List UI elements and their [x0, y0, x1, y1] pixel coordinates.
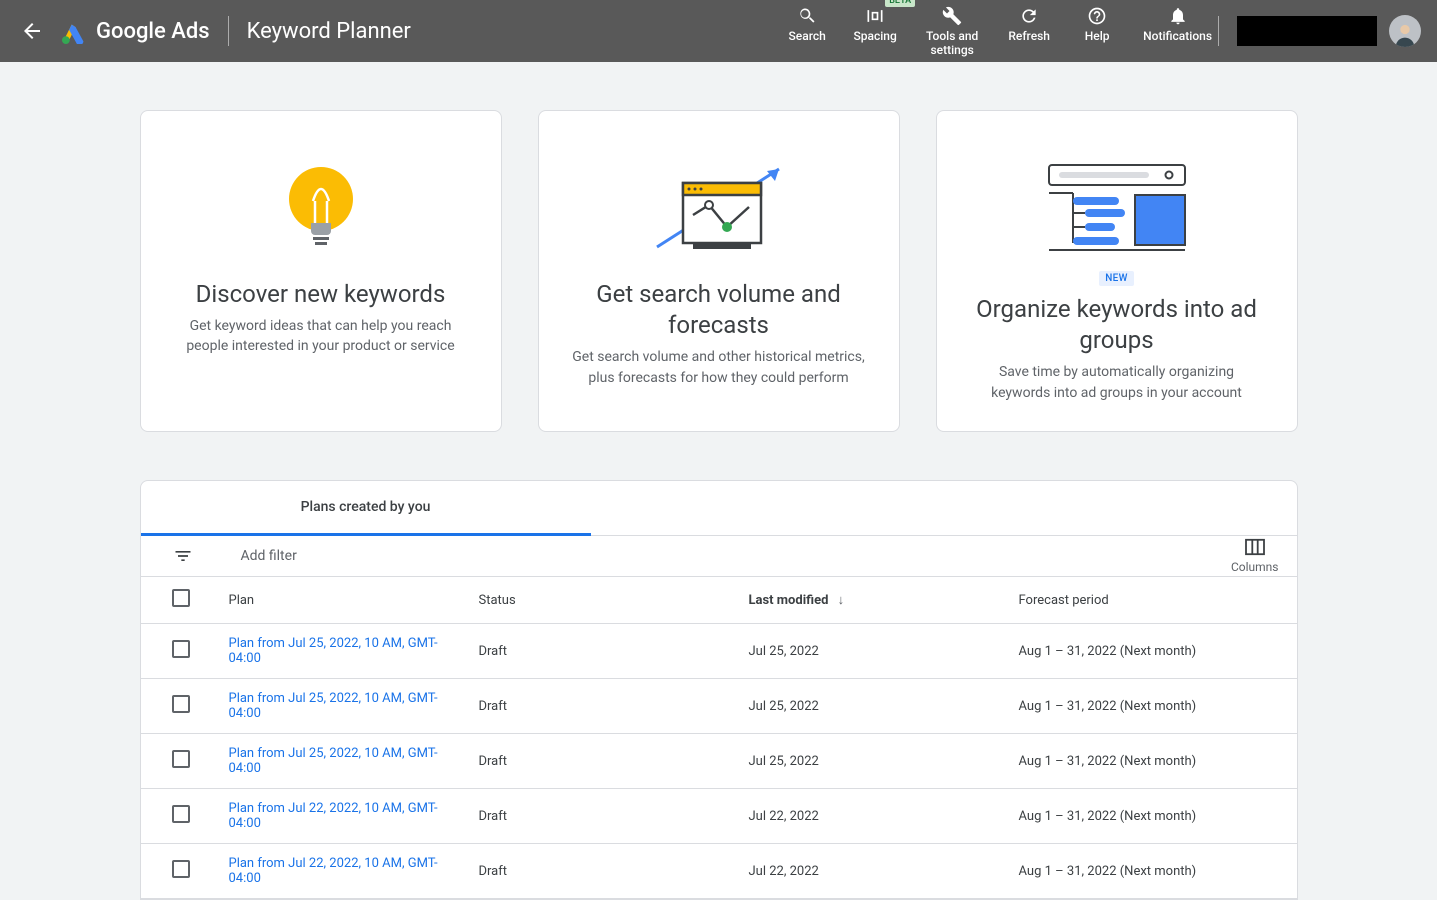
columns-icon: [1244, 538, 1266, 556]
brand-logo[interactable]: Google Ads: [60, 18, 210, 44]
chart-arrow-icon: [649, 151, 789, 271]
account-section: [1218, 15, 1421, 47]
organize-card[interactable]: NEW Organize keywords into ad groups Sav…: [936, 110, 1298, 432]
refresh-icon: [1019, 6, 1039, 26]
tools-settings-button[interactable]: Tools and settings: [921, 5, 983, 58]
plan-modified: Jul 22, 2022: [741, 789, 1011, 844]
spacing-icon: [865, 6, 885, 26]
row-checkbox[interactable]: [172, 695, 190, 713]
plan-forecast: Aug 1 – 31, 2022 (Next month): [1011, 624, 1297, 679]
plan-status: Draft: [471, 679, 741, 734]
plans-tabs: Plans created by you: [141, 481, 1297, 536]
refresh-label: Refresh: [1008, 29, 1050, 43]
account-divider: [1218, 16, 1219, 46]
column-header-forecast[interactable]: Forecast period: [1011, 577, 1297, 624]
plan-modified: Jul 25, 2022: [741, 624, 1011, 679]
account-info[interactable]: [1237, 16, 1377, 46]
spacing-button[interactable]: BETA Spacing: [853, 5, 897, 43]
new-badge: NEW: [1099, 271, 1133, 286]
plan-link[interactable]: Plan from Jul 25, 2022, 10 AM, GMT-04:00: [229, 636, 438, 666]
header-actions: Search BETA Spacing Tools and settings R…: [785, 5, 1212, 58]
select-all-checkbox[interactable]: [172, 589, 190, 607]
plan-modified: Jul 25, 2022: [741, 734, 1011, 789]
add-filter-button[interactable]: Add filter: [241, 548, 297, 564]
plan-link[interactable]: Plan from Jul 22, 2022, 10 AM, GMT-04:00: [229, 856, 438, 886]
plan-forecast: Aug 1 – 31, 2022 (Next month): [1011, 844, 1297, 899]
search-icon: [797, 6, 817, 26]
row-checkbox[interactable]: [172, 860, 190, 878]
forecast-card-desc: Get search volume and other historical m…: [567, 347, 871, 388]
avatar-icon: [1391, 19, 1419, 47]
table-row: Plan from Jul 22, 2022, 10 AM, GMT-04:00…: [141, 789, 1297, 844]
plan-link[interactable]: Plan from Jul 25, 2022, 10 AM, GMT-04:00: [229, 691, 438, 721]
arrow-left-icon: [20, 19, 44, 43]
table-row: Plan from Jul 25, 2022, 10 AM, GMT-04:00…: [141, 734, 1297, 789]
arrow-down-icon: ↓: [838, 593, 845, 608]
column-header-modified[interactable]: Last modified ↓: [741, 577, 1011, 624]
forecast-card-title: Get search volume and forecasts: [567, 279, 871, 341]
plan-status: Draft: [471, 734, 741, 789]
plan-status: Draft: [471, 624, 741, 679]
column-header-status[interactable]: Status: [471, 577, 741, 624]
google-ads-logo-icon: [60, 18, 86, 44]
table-row: Plan from Jul 25, 2022, 10 AM, GMT-04:00…: [141, 679, 1297, 734]
page-title: Keyword Planner: [247, 19, 411, 44]
plan-modified: Jul 25, 2022: [741, 679, 1011, 734]
row-checkbox[interactable]: [172, 640, 190, 658]
plan-forecast: Aug 1 – 31, 2022 (Next month): [1011, 679, 1297, 734]
plans-panel: Plans created by you Add filter Columns …: [140, 480, 1298, 900]
plan-link[interactable]: Plan from Jul 25, 2022, 10 AM, GMT-04:00: [229, 746, 438, 776]
organize-card-title: Organize keywords into ad groups: [965, 294, 1269, 356]
column-header-plan[interactable]: Plan: [221, 577, 471, 624]
header-divider: [228, 16, 229, 46]
filter-bar: Add filter Columns: [141, 536, 1297, 577]
bell-icon: [1168, 6, 1188, 26]
tools-label: Tools and settings: [921, 29, 983, 58]
back-button[interactable]: [20, 19, 44, 43]
plan-status: Draft: [471, 844, 741, 899]
table-row: Plan from Jul 22, 2022, 10 AM, GMT-04:00…: [141, 844, 1297, 899]
lightbulb-icon: [285, 151, 357, 271]
plan-modified: Jul 22, 2022: [741, 844, 1011, 899]
app-header: Google Ads Keyword Planner Search BETA S…: [0, 0, 1437, 62]
help-icon: [1087, 6, 1107, 26]
plan-status: Draft: [471, 789, 741, 844]
notifications-button[interactable]: Notifications: [1143, 5, 1212, 43]
help-label: Help: [1085, 29, 1110, 43]
search-button[interactable]: Search: [785, 5, 829, 43]
organize-icon: [1037, 151, 1197, 263]
table-row: Plan from Jul 25, 2022, 10 AM, GMT-04:00…: [141, 624, 1297, 679]
discover-keywords-card[interactable]: Discover new keywords Get keyword ideas …: [140, 110, 502, 432]
discover-card-desc: Get keyword ideas that can help you reac…: [169, 316, 473, 357]
plan-forecast: Aug 1 – 31, 2022 (Next month): [1011, 734, 1297, 789]
columns-button[interactable]: Columns: [1231, 538, 1279, 574]
wrench-icon: [942, 6, 962, 26]
row-checkbox[interactable]: [172, 750, 190, 768]
forecast-card[interactable]: Get search volume and forecasts Get sear…: [538, 110, 900, 432]
beta-badge: BETA: [885, 0, 915, 7]
refresh-button[interactable]: Refresh: [1007, 5, 1051, 43]
plans-table: Plan Status Last modified ↓ Forecast per…: [141, 577, 1297, 899]
help-button[interactable]: Help: [1075, 5, 1119, 43]
columns-label: Columns: [1231, 560, 1279, 574]
plan-link[interactable]: Plan from Jul 22, 2022, 10 AM, GMT-04:00: [229, 801, 438, 831]
tab-plans-created-by-you[interactable]: Plans created by you: [141, 481, 591, 536]
discover-card-title: Discover new keywords: [196, 279, 446, 310]
brand-name: Google Ads: [96, 19, 210, 44]
spacing-label: Spacing: [854, 29, 897, 43]
filter-icon[interactable]: [171, 546, 195, 566]
plan-forecast: Aug 1 – 31, 2022 (Next month): [1011, 789, 1297, 844]
user-avatar[interactable]: [1389, 15, 1421, 47]
feature-cards: Discover new keywords Get keyword ideas …: [140, 110, 1298, 432]
row-checkbox[interactable]: [172, 805, 190, 823]
search-label: Search: [789, 29, 826, 43]
notifications-label: Notifications: [1143, 29, 1212, 43]
organize-card-desc: Save time by automatically organizing ke…: [965, 362, 1269, 403]
